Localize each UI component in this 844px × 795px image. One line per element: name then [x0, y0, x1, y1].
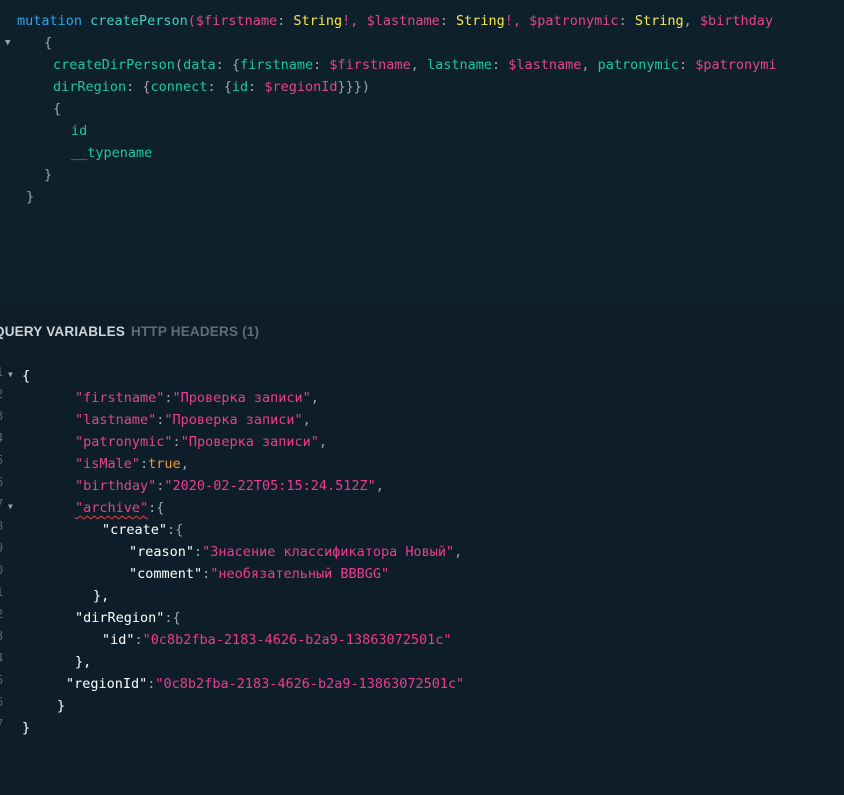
spellcheck-error: "archive"	[75, 500, 149, 516]
query-line-5: {	[53, 101, 62, 117]
field-typename: __typename	[71, 145, 153, 161]
line-number: 4	[0, 651, 6, 665]
json-line: "regionId":"0c8b2fba-2183-4626-b2a9-1386…	[66, 676, 465, 692]
line-number: 7	[0, 717, 6, 731]
line-number: 8	[0, 519, 6, 533]
fold-arrow-icon[interactable]: ▼	[5, 32, 10, 54]
operation-name: createPerson	[90, 13, 188, 29]
json-line: },	[75, 654, 92, 670]
var-firstname: ($firstname	[187, 13, 278, 29]
json-line: }	[22, 720, 31, 736]
field-createDirPerson: createDirPerson	[53, 57, 175, 73]
query-line-8: }	[44, 167, 53, 183]
line-number: 3	[0, 409, 6, 423]
query-editor[interactable]: mutation createPerson($firstname: String…	[0, 0, 844, 305]
fold-arrow-icon[interactable]: ▼	[8, 502, 13, 511]
json-line: "isMale":true,	[75, 456, 189, 472]
line-number: 1	[0, 365, 6, 379]
json-line: },	[93, 588, 110, 604]
line-number: 7	[0, 497, 6, 511]
line-number: 9	[0, 541, 6, 555]
json-line: "patronymic":"Проверка записи",	[75, 434, 327, 450]
var-lastname: $lastname	[366, 13, 440, 29]
line-number: 6	[0, 695, 6, 709]
line-number: 3	[0, 629, 6, 643]
json-line: "archive":{	[75, 500, 165, 516]
query-line-9: }	[26, 189, 35, 205]
field-id: id	[71, 123, 88, 139]
line-number: 2	[0, 387, 6, 401]
keyword-mutation: mutation	[17, 13, 83, 29]
line-number: 2	[0, 607, 6, 621]
var-patronymic: $patronymic	[529, 13, 619, 29]
type-string: String	[293, 13, 343, 29]
fold-arrow-icon[interactable]: ▼	[8, 370, 13, 379]
json-line: {	[22, 368, 31, 384]
json-line: }	[57, 698, 66, 714]
variables-panel: QUERY VARIABLES HTTP HEADERS (1) 1 2 3 4…	[0, 306, 844, 795]
type-string: String	[634, 13, 684, 29]
tab-query-variables[interactable]: QUERY VARIABLES	[0, 324, 125, 339]
json-line: "lastname":"Проверка записи",	[75, 412, 311, 428]
json-line: "firstname":"Проверка записи",	[75, 390, 319, 406]
line-number: 6	[0, 475, 6, 489]
line-number: 0	[0, 563, 6, 577]
query-line-1: mutation createPerson($firstname: String…	[17, 13, 774, 29]
line-number: 1	[0, 585, 6, 599]
json-line: "create":{	[102, 522, 184, 538]
json-line: "birthday":"2020-02-22T05:15:24.512Z",	[75, 478, 384, 494]
line-number: 5	[0, 673, 6, 687]
json-line: "comment":"необязательный BBBGG"	[129, 566, 390, 582]
field-dirRegion: dirRegion	[53, 79, 127, 95]
tab-http-headers[interactable]: HTTP HEADERS (1)	[131, 324, 259, 339]
var-birthday: $birthday	[699, 13, 774, 29]
json-line: "reason":"Знасение классификатора Новый"…	[129, 544, 463, 560]
line-number: 4	[0, 431, 6, 445]
json-line: "id":"0c8b2fba-2183-4626-b2a9-1386307250…	[102, 632, 452, 648]
line-number: 5	[0, 453, 6, 467]
query-line-3: createDirPerson(data: {firstname: $first…	[53, 57, 777, 73]
query-line-4: dirRegion: {connect: {id: $regionId}}})	[53, 79, 371, 95]
json-line: "dirRegion":{	[75, 610, 181, 626]
type-string: String	[455, 13, 505, 29]
